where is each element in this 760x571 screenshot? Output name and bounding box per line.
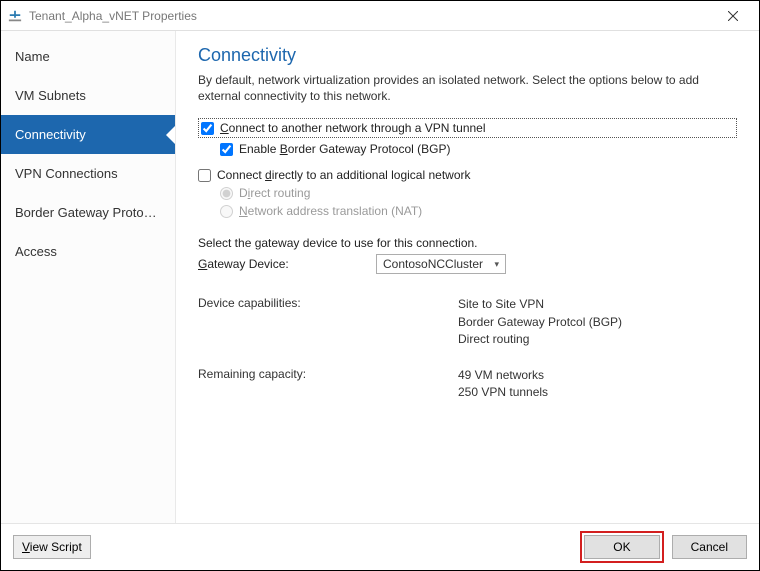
remaining-values: 49 VM networks 250 VPN tunnels <box>458 367 737 402</box>
page-title: Connectivity <box>198 45 737 66</box>
radio-direct-routing[interactable] <box>220 187 233 200</box>
option-enable-bgp[interactable]: Enable Border Gateway Protocol (BGP) <box>198 140 737 158</box>
properties-window: Tenant_Alpha_vNET Properties Name VM Sub… <box>0 0 760 571</box>
chevron-down-icon: ▾ <box>494 259 499 270</box>
sidebar-item-vm-subnets[interactable]: VM Subnets <box>1 76 175 115</box>
content-pane: Connectivity By default, network virtual… <box>176 31 759 523</box>
footer: View Script OK Cancel <box>1 524 759 570</box>
checkbox-vpn-tunnel[interactable] <box>201 122 214 135</box>
app-icon <box>7 8 23 24</box>
option-vpn-tunnel[interactable]: Connect to another network through a VPN… <box>198 116 737 140</box>
checkbox-enable-bgp[interactable] <box>220 143 233 156</box>
sidebar-item-connectivity[interactable]: Connectivity <box>1 115 175 154</box>
label-direct-logical: Connect directly to an additional logica… <box>217 168 471 182</box>
close-icon <box>728 11 738 21</box>
view-script-button[interactable]: View Script <box>13 535 91 559</box>
device-caps-values: Site to Site VPN Border Gateway Protcol … <box>458 296 737 348</box>
info-grid: Device capabilities: Site to Site VPN Bo… <box>198 296 737 401</box>
close-button[interactable] <box>713 2 753 30</box>
gateway-label: Gateway Device: <box>198 257 368 271</box>
window-title: Tenant_Alpha_vNET Properties <box>29 9 713 23</box>
device-caps-label: Device capabilities: <box>198 296 458 348</box>
cancel-button[interactable]: Cancel <box>672 535 747 559</box>
sidebar-item-name[interactable]: Name <box>1 37 175 76</box>
gateway-device-selected: ContosoNCCluster <box>383 257 483 271</box>
dialog-body: Name VM Subnets Connectivity VPN Connect… <box>1 31 759 524</box>
option-nat[interactable]: Network address translation (NAT) <box>198 202 737 220</box>
label-enable-bgp: Enable Border Gateway Protocol (BGP) <box>239 142 450 156</box>
option-direct-routing[interactable]: Direct routing <box>198 184 737 202</box>
label-direct-routing: Direct routing <box>239 186 310 200</box>
sidebar-item-access[interactable]: Access <box>1 232 175 271</box>
radio-nat[interactable] <box>220 205 233 218</box>
option-direct-logical[interactable]: Connect directly to an additional logica… <box>198 166 737 184</box>
sidebar-item-vpn-connections[interactable]: VPN Connections <box>1 154 175 193</box>
ok-button[interactable]: OK <box>584 535 659 559</box>
label-vpn-tunnel: Connect to another network through a VPN… <box>220 121 486 135</box>
gateway-row: Gateway Device: ContosoNCCluster ▾ <box>198 254 737 274</box>
label-nat: Network address translation (NAT) <box>239 204 422 218</box>
checkbox-direct-logical[interactable] <box>198 169 211 182</box>
ok-highlight: OK <box>580 531 663 563</box>
gateway-select-text: Select the gateway device to use for thi… <box>198 236 737 250</box>
intro-text: By default, network virtualization provi… <box>198 72 737 104</box>
titlebar: Tenant_Alpha_vNET Properties <box>1 1 759 31</box>
remaining-label: Remaining capacity: <box>198 367 458 402</box>
gateway-device-dropdown[interactable]: ContosoNCCluster ▾ <box>376 254 506 274</box>
sidebar-item-bgp[interactable]: Border Gateway Protocol... <box>1 193 175 232</box>
sidebar: Name VM Subnets Connectivity VPN Connect… <box>1 31 176 523</box>
